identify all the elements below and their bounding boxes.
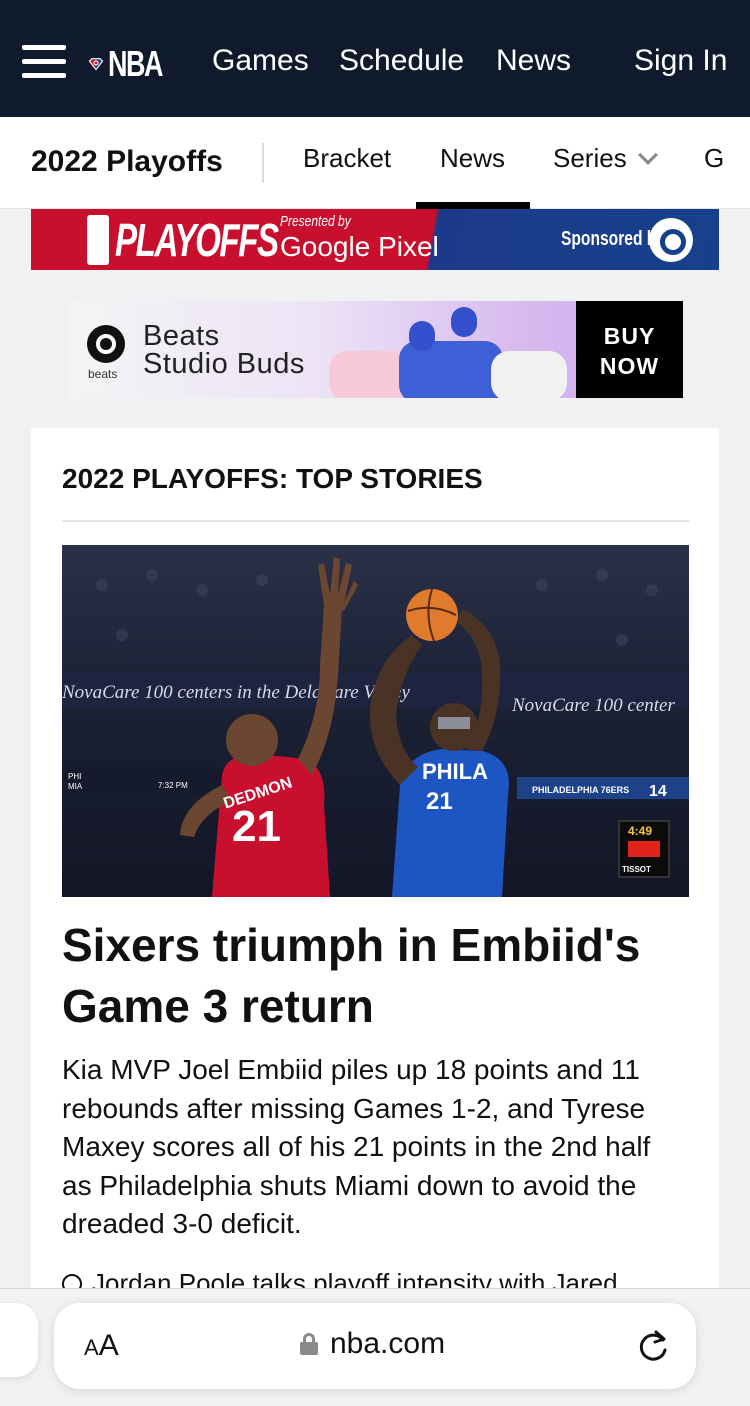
url-text[interactable]: nba.com [330, 1327, 445, 1361]
beats-logo-icon [649, 218, 693, 262]
beats-brand-label: beats [88, 367, 118, 381]
reload-icon[interactable] [636, 1328, 670, 1364]
active-tab-indicator [416, 202, 530, 209]
nba-wordmark: NBA [108, 43, 164, 84]
nav-link-schedule[interactable]: Schedule [339, 44, 464, 78]
tab-overflow[interactable]: G [704, 143, 724, 174]
previous-tab-pill[interactable] [0, 1303, 38, 1377]
chevron-down-icon [637, 145, 658, 165]
story-headline[interactable]: Sixers triumph in Embiid's Game 3 return [62, 915, 689, 1037]
sign-in-link[interactable]: Sign In [634, 44, 727, 78]
ad-product-line2: Studio Buds [143, 348, 305, 380]
hero-photo-illustration: NovaCare 100 centers in the Delaware Val… [62, 545, 689, 897]
player-left-number: 21 [232, 802, 281, 851]
shot-clock-time: 4:49 [628, 824, 652, 838]
lock-icon [300, 1333, 318, 1355]
top-stories-card: 2022 PLAYOFFS: TOP STORIES NovaCare 100 … [31, 428, 719, 1328]
playoffs-logo-text: PLAYOFFS [115, 214, 279, 266]
nav-link-news[interactable]: News [496, 44, 571, 78]
nba-logo-icon [88, 58, 104, 71]
top-nav: NBA Games Schedule News Sign In [0, 0, 750, 117]
arena-ad-right: NovaCare 100 center [511, 695, 675, 716]
nba-logo[interactable]: NBA [88, 43, 180, 84]
heading-divider [62, 520, 689, 522]
nba-shield-icon [87, 215, 109, 265]
playoffs-sponsor-banner[interactable]: PLAYOFFS Presented by Google Pixel Spons… [31, 209, 719, 270]
earbud-case-blue [399, 341, 503, 398]
presenter-name: Google Pixel [280, 231, 439, 262]
subnav-title[interactable]: 2022 Playoffs [31, 145, 223, 179]
earbud-blue-left [409, 321, 435, 351]
player-right-team: PHILA [422, 759, 488, 784]
tab-series[interactable]: Series [553, 143, 658, 174]
scoreboard-number: 14 [649, 783, 667, 800]
text-size-button[interactable]: AA [84, 1329, 119, 1363]
score-team-phi: PHI [68, 772, 81, 781]
beats-ad[interactable]: beats Beats Studio Buds BUY NOW [67, 301, 683, 398]
top-stories-heading: 2022 PLAYOFFS: TOP STORIES [62, 463, 483, 494]
hero-image[interactable]: NovaCare 100 centers in the Delaware Val… [62, 545, 689, 897]
earbud-case-pink [329, 351, 409, 398]
shot-clock-brand: TISSOT [622, 865, 651, 874]
earbud-blue-right [451, 307, 477, 337]
buy-now-button[interactable]: BUY NOW [576, 301, 683, 398]
buy-now-line2: NOW [599, 353, 660, 379]
arena-ad-left: NovaCare 100 centers in the Delaware Val… [62, 682, 410, 703]
buy-now-line1: BUY [603, 323, 656, 349]
subnav-divider [262, 143, 264, 183]
scoreboard-team: PHILADELPHIA 76ERS [532, 785, 629, 795]
presented-by-label: Presented by [280, 213, 351, 230]
nav-link-games[interactable]: Games [212, 44, 309, 78]
tab-bracket[interactable]: Bracket [303, 143, 391, 174]
browser-toolbar: AA nba.com [0, 1288, 750, 1406]
playoffs-subnav: 2022 Playoffs Bracket News Series G [0, 117, 750, 209]
text-size-large: A [98, 1329, 119, 1362]
beats-logo-icon [87, 325, 125, 363]
earbud-case-white [491, 351, 567, 398]
tab-series-label: Series [553, 143, 627, 173]
story-summary: Kia MVP Joel Embiid piles up 18 points a… [62, 1054, 651, 1239]
hamburger-icon[interactable] [22, 45, 66, 79]
address-bar[interactable]: AA nba.com [54, 1303, 696, 1389]
text-size-small: A [84, 1335, 99, 1360]
score-team-mia: MIA [68, 782, 83, 791]
score-time: 7:32 PM [158, 781, 188, 790]
player-right-number: 21 [426, 788, 453, 815]
tab-news[interactable]: News [440, 143, 505, 174]
